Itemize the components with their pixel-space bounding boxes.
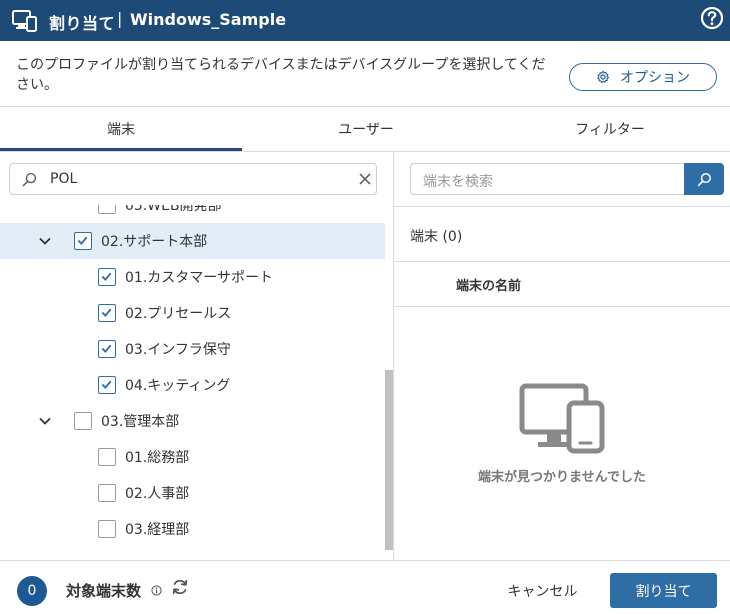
tree-item[interactable]: 05.WEB開発部 xyxy=(0,205,385,223)
check-icon xyxy=(77,236,88,245)
chevron-down-icon[interactable] xyxy=(38,414,52,428)
dialog-description: このプロファイルが割り当てられるデバイスまたはデバイスグループを選択してください… xyxy=(16,57,546,93)
chevron-down-icon[interactable] xyxy=(38,234,52,248)
cancel-button[interactable]: キャンセル xyxy=(490,573,595,608)
device-count-label: 端末 (0) xyxy=(410,229,463,245)
no-devices-icon xyxy=(519,383,605,454)
tree-item-label: 03.経理部 xyxy=(125,522,190,538)
search-icon xyxy=(22,172,37,187)
info-icon[interactable] xyxy=(151,585,162,596)
tree-item-label: 03.インフラ保守 xyxy=(125,342,231,358)
divider xyxy=(394,261,730,262)
panel-divider xyxy=(393,152,394,560)
refresh-icon[interactable] xyxy=(171,578,189,596)
tab-users[interactable]: ユーザー xyxy=(242,106,490,152)
tree-item[interactable]: 02.プリセールス xyxy=(0,295,385,331)
empty-state-text: 端末が見つかりませんでした xyxy=(478,470,646,485)
group-search-input[interactable]: POL xyxy=(9,163,377,195)
tab-filters-label: フィルター xyxy=(575,122,645,138)
checkbox[interactable] xyxy=(98,268,116,286)
title-separator: | xyxy=(117,9,123,28)
tree-item[interactable]: 03.インフラ保守 xyxy=(0,331,385,367)
close-icon[interactable] xyxy=(358,172,372,186)
tree-item-label: 05.WEB開発部 xyxy=(125,205,222,214)
tree-item[interactable]: 04.キッティング xyxy=(0,367,385,403)
check-icon xyxy=(101,344,112,353)
gear-icon xyxy=(597,70,610,84)
check-icon xyxy=(101,272,112,281)
device-group-tree: 05.WEB開発部 02.サポート本部 01.カスタマーサポート 02.プリセー… xyxy=(0,205,393,550)
profile-name: Windows_Sample xyxy=(130,10,287,29)
tab-filters[interactable]: フィルター xyxy=(490,106,730,152)
tree-item[interactable]: 03.経理部 xyxy=(0,511,385,547)
checkbox[interactable] xyxy=(98,448,116,466)
checkbox[interactable] xyxy=(98,205,116,214)
assign-button[interactable]: 割り当て xyxy=(610,573,717,608)
divider xyxy=(0,560,730,561)
help-icon[interactable] xyxy=(700,6,724,30)
device-assign-icon xyxy=(12,10,37,32)
tree-item-label: 02.プリセールス xyxy=(125,306,232,322)
group-search-value: POL xyxy=(50,171,78,187)
tree-item[interactable]: 02.人事部 xyxy=(0,475,385,511)
dialog-title: 割り当て xyxy=(49,14,116,33)
tab-devices[interactable]: 端末 xyxy=(0,106,242,152)
tree-item-label: 01.総務部 xyxy=(125,450,190,466)
tree-item[interactable]: 01.総務部 xyxy=(0,439,385,475)
tree-item-label: 02.人事部 xyxy=(125,486,190,502)
tree-scrollbar-thumb[interactable] xyxy=(385,370,393,550)
tab-users-label: ユーザー xyxy=(338,122,394,138)
divider xyxy=(394,206,730,207)
options-button-label: オプション xyxy=(620,70,690,86)
checkbox[interactable] xyxy=(74,232,92,250)
device-search-placeholder: 端末を検索 xyxy=(423,174,493,190)
column-header-device-name[interactable]: 端末の名前 xyxy=(456,275,521,294)
tree-item[interactable]: 03.管理本部 xyxy=(0,403,385,439)
checkbox[interactable] xyxy=(98,340,116,358)
check-icon xyxy=(101,380,112,389)
check-icon xyxy=(101,308,112,317)
device-search-button[interactable] xyxy=(684,163,724,195)
tab-devices-label: 端末 xyxy=(107,122,135,138)
tree-item-label: 01.カスタマーサポート xyxy=(125,270,273,286)
tree-item-label: 03.管理本部 xyxy=(101,414,180,430)
target-count-label: 対象端末数 xyxy=(66,582,142,600)
options-button[interactable]: オプション xyxy=(569,63,717,91)
tree-item[interactable]: 02.サポート本部 xyxy=(0,223,385,259)
search-icon xyxy=(697,172,711,186)
tree-item-label: 04.キッティング xyxy=(125,378,231,394)
divider xyxy=(394,306,730,307)
checkbox[interactable] xyxy=(74,412,92,430)
checkbox[interactable] xyxy=(98,376,116,394)
checkbox[interactable] xyxy=(98,520,116,538)
tree-item-label: 02.サポート本部 xyxy=(101,234,208,250)
target-count-badge: 0 xyxy=(17,576,47,606)
checkbox[interactable] xyxy=(98,484,116,502)
checkbox[interactable] xyxy=(98,304,116,322)
device-search-input[interactable]: 端末を検索 xyxy=(410,163,684,195)
dialog-header: 割り当て | Windows_Sample xyxy=(0,0,730,41)
divider xyxy=(0,151,730,152)
tree-item[interactable]: 01.カスタマーサポート xyxy=(0,259,385,295)
